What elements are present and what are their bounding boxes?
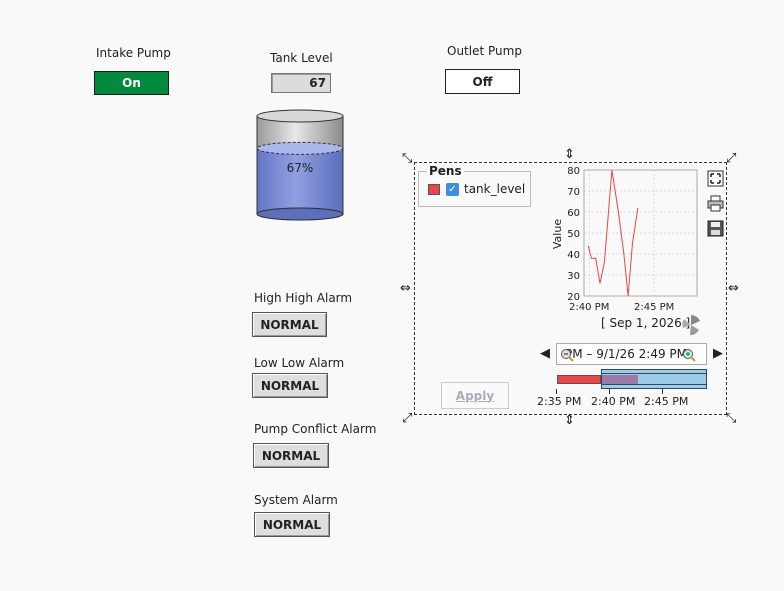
range-axis-tick-2: 2:45 PM — [644, 395, 689, 408]
y-tick-label: 40 — [567, 250, 580, 261]
zoom-out-icon[interactable] — [560, 347, 574, 362]
resize-handle-top-right-icon[interactable]: ⤢ — [726, 152, 736, 165]
tank-level-value: 67 — [271, 73, 331, 93]
save-icon[interactable] — [707, 220, 724, 237]
pens-title: Pens — [427, 164, 464, 178]
outlet-pump-state-button[interactable]: Off — [445, 69, 520, 94]
resize-handle-left-icon[interactable]: ⇔ — [400, 282, 411, 295]
resize-handle-top-icon[interactable]: ⇕ — [564, 148, 575, 161]
range-history-bar — [557, 375, 601, 384]
x-tick-label: 2:45 PM — [634, 302, 674, 313]
pump-conflict-alarm-status: NORMAL — [253, 443, 329, 468]
low-low-alarm-label: Low Low Alarm — [254, 356, 345, 370]
print-icon[interactable] — [707, 195, 724, 212]
low-low-alarm-status: NORMAL — [252, 373, 328, 398]
pump-conflict-alarm-label: Pump Conflict Alarm — [254, 422, 377, 436]
tank-level-label: Tank Level — [270, 51, 333, 65]
y-axis-label: Value — [551, 219, 564, 249]
resize-handle-bottom-left-icon[interactable]: ⤢ — [402, 412, 412, 425]
range-prev-icon[interactable]: ◀ — [540, 346, 550, 361]
x-tick-label: 2:40 PM — [569, 302, 609, 313]
range-next-icon[interactable]: ▶ — [713, 346, 723, 361]
y-tick-label: 50 — [567, 229, 580, 240]
pen-name: tank_level — [464, 182, 526, 196]
range-selector-bar[interactable] — [556, 369, 708, 389]
high-high-alarm-label: High High Alarm — [254, 291, 353, 305]
intake-pump-label: Intake Pump — [96, 46, 171, 60]
intake-pump-state-button[interactable]: On — [94, 71, 169, 95]
range-axis-tick-0: 2:35 PM — [537, 395, 582, 408]
y-tick-label: 80 — [567, 166, 580, 177]
y-tick-label: 60 — [567, 208, 580, 219]
system-alarm-label: System Alarm — [254, 493, 338, 507]
fullscreen-icon[interactable] — [707, 170, 724, 187]
outlet-pump-label: Outlet Pump — [447, 44, 522, 58]
pen-checkbox[interactable]: ✓ — [446, 183, 459, 196]
pen-color-swatch — [428, 184, 440, 195]
range-window-series — [602, 375, 638, 384]
high-high-alarm-status: NORMAL — [252, 312, 327, 337]
line-chart: Value 20304050607080 2:40 PM 2:45 PM — [551, 166, 698, 313]
chart-date-label: [ Sep 1, 2026 ] — [601, 316, 691, 330]
range-window[interactable] — [601, 369, 707, 389]
resize-handle-bottom-icon[interactable]: ⇕ — [564, 414, 575, 427]
resize-handle-bottom-right-icon[interactable]: ⤡ — [726, 412, 736, 425]
resize-handle-top-left-icon[interactable]: ⤡ — [402, 152, 412, 165]
range-axis-tick-1: 2:40 PM — [591, 395, 636, 408]
tank-percent-text: 67% — [286, 161, 314, 175]
zoom-in-icon[interactable] — [682, 347, 696, 362]
tank-graphic: 67% — [255, 108, 345, 224]
y-tick-label: 30 — [567, 271, 580, 282]
loading-spinner-icon — [680, 314, 702, 336]
system-alarm-status: NORMAL — [254, 512, 330, 537]
resize-handle-right-icon[interactable]: ⇔ — [728, 282, 739, 295]
y-tick-label: 70 — [567, 187, 580, 198]
pens-panel: Pens ✓ tank_level — [418, 164, 531, 207]
apply-button[interactable]: Apply — [441, 382, 509, 409]
